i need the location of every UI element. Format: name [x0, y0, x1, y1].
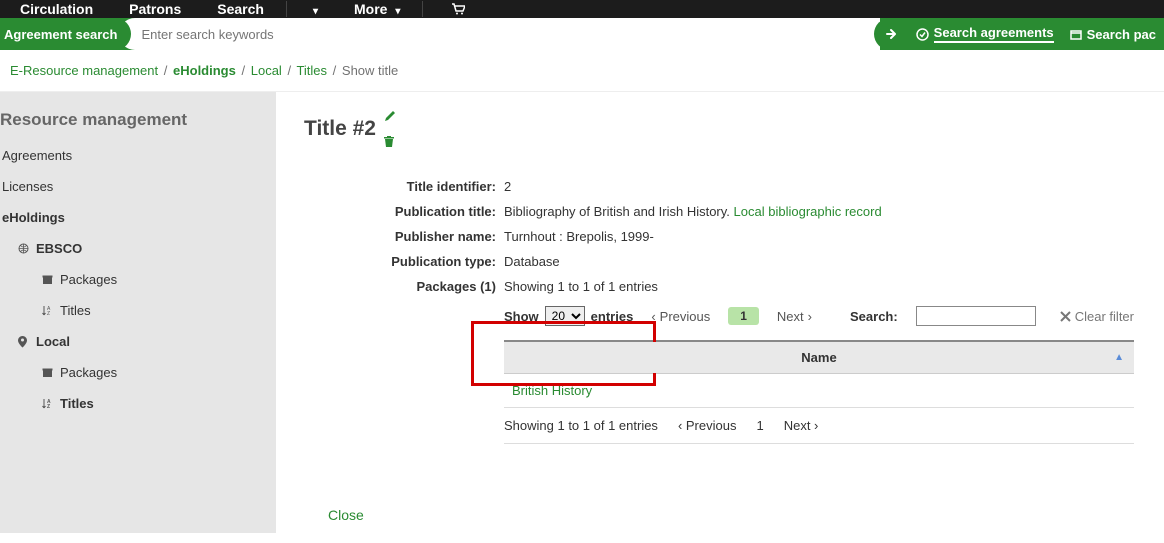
breadcrumb-current: Show title — [342, 63, 398, 78]
sort-alpha-icon: AZ — [42, 305, 54, 316]
prev-page-button[interactable]: ‹ Previous — [651, 309, 710, 324]
close-icon — [1060, 311, 1071, 322]
field-publication-type: Publication type: Database — [344, 249, 1134, 274]
table-controls-top: Show 20 entries ‹ Previous 1 Next › Sear… — [504, 294, 1134, 334]
nav-circulation[interactable]: Circulation — [2, 1, 111, 17]
sidebar-item-local[interactable]: Local — [0, 326, 276, 357]
field-identifier: Title identifier: 2 — [344, 174, 1134, 199]
package-icon — [1070, 28, 1082, 40]
next-page-button[interactable]: Next › — [777, 309, 812, 324]
field-publication-title: Publication title: Bibliography of Briti… — [344, 199, 1134, 224]
search-bar: Agreement search Search agreements Searc… — [0, 18, 1164, 50]
search-option-agreements[interactable]: Search agreements — [916, 25, 1054, 43]
search-label: Search: — [850, 309, 898, 324]
sidebar-item-eholdings[interactable]: eHoldings — [0, 202, 276, 233]
next-page-button-bottom[interactable]: Next › — [784, 418, 819, 433]
archive-icon — [42, 274, 54, 285]
page-title: Title #2 — [304, 110, 1154, 148]
packages-table-wrap: Name ▲ British History — [504, 340, 1134, 408]
sidebar-item-ebsco-titles[interactable]: AZ Titles — [0, 295, 276, 326]
clear-filter-button[interactable]: Clear filter — [1060, 309, 1134, 324]
sidebar-item-ebsco-packages[interactable]: Packages — [0, 264, 276, 295]
breadcrumb: E-Resource management / eHoldings / Loca… — [0, 50, 1164, 92]
cart-icon[interactable] — [433, 3, 483, 15]
sidebar-heading: Resource management — [0, 110, 276, 140]
breadcrumb-titles[interactable]: Titles — [296, 63, 327, 78]
current-page-bottom[interactable]: 1 — [756, 418, 763, 433]
col-name[interactable]: Name ▲ — [504, 341, 1134, 374]
table-controls-bottom: Showing 1 to 1 of 1 entries ‹ Previous 1… — [504, 408, 1134, 444]
globe-icon — [18, 243, 30, 254]
current-page[interactable]: 1 — [728, 307, 759, 325]
entries-info-top: Showing 1 to 1 of 1 entries — [504, 279, 1134, 294]
breadcrumb-root[interactable]: E-Resource management — [10, 63, 158, 78]
package-link[interactable]: British History — [512, 383, 592, 398]
field-publisher: Publisher name: Turnhout : Brepolis, 199… — [344, 224, 1134, 249]
table-row: British History — [504, 374, 1134, 408]
search-mode-label: Agreement search — [0, 18, 131, 50]
svg-text:Z: Z — [47, 311, 50, 316]
nav-caret-dropdown[interactable]: ▾ — [291, 1, 336, 17]
map-pin-icon — [18, 336, 30, 348]
sidebar-item-ebsco[interactable]: EBSCO — [0, 233, 276, 264]
main-content: Title #2 Title identifier: 2 Publication… — [276, 92, 1164, 533]
top-nav: Circulation Patrons Search ▾ More ▾ — [0, 0, 1164, 18]
search-options: Search agreements Search pac — [908, 18, 1164, 50]
nav-separator — [286, 1, 287, 17]
edit-icon[interactable] — [384, 110, 396, 122]
table-search-input[interactable] — [916, 306, 1036, 326]
detail-card: Title identifier: 2 Publication title: B… — [304, 160, 1154, 489]
search-submit-button[interactable] — [874, 18, 908, 50]
sidebar-item-agreements[interactable]: Agreements — [0, 140, 276, 171]
nav-separator-2 — [422, 1, 423, 17]
prev-page-button-bottom[interactable]: ‹ Previous — [678, 418, 737, 433]
search-option-packages[interactable]: Search pac — [1070, 27, 1156, 42]
check-circle-icon — [916, 28, 929, 41]
nav-search[interactable]: Search — [199, 1, 282, 17]
main-layout: Resource management Agreements Licenses … — [0, 92, 1164, 533]
field-packages: Packages (1) Showing 1 to 1 of 1 entries… — [344, 274, 1134, 449]
sort-alpha-icon: AZ — [42, 398, 54, 409]
entries-info-bottom: Showing 1 to 1 of 1 entries — [504, 418, 658, 433]
breadcrumb-local[interactable]: Local — [251, 63, 282, 78]
sidebar: Resource management Agreements Licenses … — [0, 92, 276, 533]
nav-patrons[interactable]: Patrons — [111, 1, 199, 17]
packages-table: Name ▲ British History — [504, 340, 1134, 408]
nav-more[interactable]: More ▾ — [336, 1, 418, 17]
sort-asc-icon: ▲ — [1114, 352, 1124, 363]
close-link[interactable]: Close — [304, 489, 364, 523]
entries-select[interactable]: 20 — [545, 306, 585, 326]
search-input[interactable] — [141, 27, 879, 42]
sidebar-item-local-packages[interactable]: Packages — [0, 357, 276, 388]
breadcrumb-eholdings[interactable]: eHoldings — [173, 63, 236, 78]
sidebar-item-local-titles[interactable]: AZ Titles — [0, 388, 276, 419]
archive-icon — [42, 367, 54, 378]
search-input-wrap — [119, 18, 879, 50]
svg-text:Z: Z — [47, 404, 50, 409]
delete-icon[interactable] — [384, 136, 396, 148]
local-bib-record-link[interactable]: Local bibliographic record — [734, 204, 882, 219]
sidebar-item-licenses[interactable]: Licenses — [0, 171, 276, 202]
